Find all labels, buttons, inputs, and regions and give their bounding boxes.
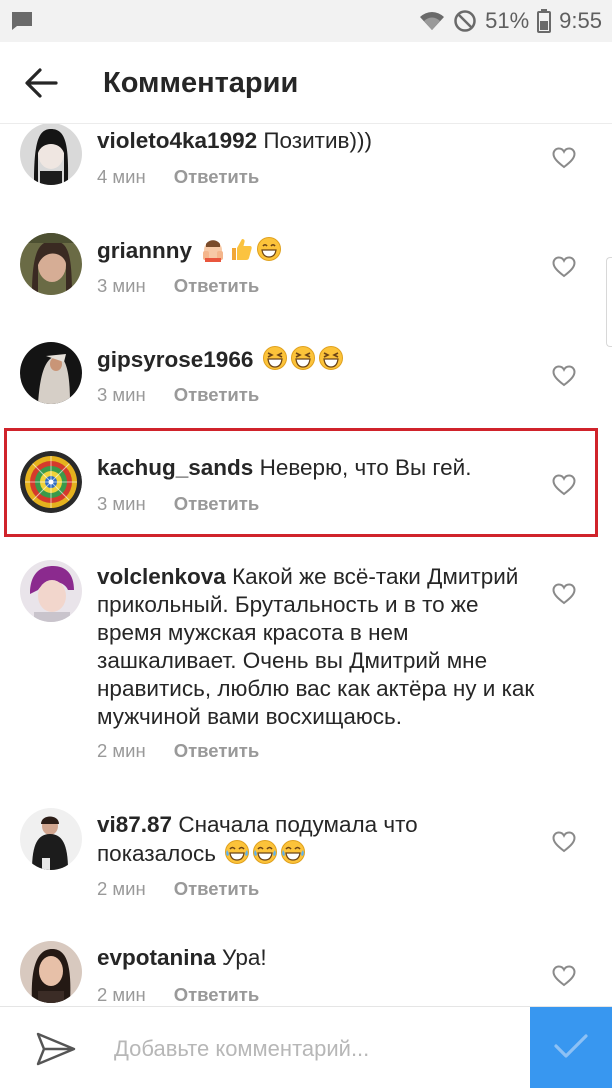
comment-username[interactable]: volclenkova bbox=[97, 564, 226, 589]
do-not-disturb-icon bbox=[453, 9, 477, 33]
tears-of-joy-emoji bbox=[224, 839, 250, 872]
status-indicators: 51% 9:55 bbox=[419, 0, 602, 42]
raising-hands-emoji bbox=[200, 236, 226, 269]
heart-icon[interactable] bbox=[552, 147, 576, 169]
comment-username[interactable]: evpotanina bbox=[97, 945, 216, 970]
battery-percentage: 51% bbox=[485, 8, 530, 33]
reply-button[interactable]: Ответить bbox=[174, 878, 260, 899]
avatar[interactable] bbox=[20, 941, 82, 1003]
arrow-left-icon[interactable] bbox=[24, 66, 58, 100]
reply-button[interactable]: Ответить bbox=[174, 740, 260, 761]
reply-button[interactable]: Ответить bbox=[174, 984, 260, 1005]
comment-time: 2 мин bbox=[97, 984, 146, 1005]
avatar[interactable] bbox=[20, 124, 82, 185]
comment-time: 2 мин bbox=[97, 740, 146, 761]
comment-username[interactable]: griannny bbox=[97, 238, 192, 263]
avatar[interactable] bbox=[20, 342, 82, 404]
wifi-icon bbox=[419, 10, 445, 32]
thumbs-up-emoji bbox=[228, 236, 254, 269]
avatar[interactable] bbox=[20, 233, 82, 295]
laughing-emoji bbox=[318, 345, 344, 378]
comment-time: 4 мин bbox=[97, 166, 146, 187]
laughing-emoji bbox=[262, 345, 288, 378]
heart-icon[interactable] bbox=[552, 583, 576, 605]
paper-plane-icon[interactable] bbox=[36, 1031, 76, 1072]
comment-username[interactable]: gipsyrose1966 bbox=[97, 347, 253, 372]
highlight-box bbox=[4, 428, 598, 537]
reply-button[interactable]: Ответить bbox=[174, 275, 260, 296]
comment-composer bbox=[0, 1006, 612, 1088]
comment-text: Ура! bbox=[215, 945, 267, 970]
tears-of-joy-emoji bbox=[252, 839, 278, 872]
comment-username[interactable]: violeto4ka1992 bbox=[97, 128, 257, 153]
scrollbar[interactable] bbox=[606, 257, 612, 347]
heart-icon[interactable] bbox=[552, 365, 576, 387]
app-header: Комментарии bbox=[0, 42, 612, 124]
reply-button[interactable]: Ответить bbox=[174, 384, 260, 405]
heart-icon[interactable] bbox=[552, 965, 576, 987]
reply-button[interactable]: Ответить bbox=[174, 166, 260, 187]
tears-of-joy-emoji bbox=[280, 839, 306, 872]
page-title: Комментарии bbox=[103, 67, 299, 99]
comment-text: Позитив))) bbox=[257, 128, 372, 153]
comment-time: 3 мин bbox=[97, 275, 146, 296]
heart-icon[interactable] bbox=[552, 831, 576, 853]
battery-icon bbox=[537, 9, 552, 33]
heart-icon[interactable] bbox=[552, 256, 576, 278]
comment-time: 3 мин bbox=[97, 384, 146, 405]
checkmark-icon bbox=[553, 1032, 589, 1065]
grin-emoji bbox=[256, 236, 282, 269]
message-icon bbox=[10, 10, 34, 37]
comment-time: 2 мин bbox=[97, 878, 146, 899]
clock: 9:55 bbox=[559, 8, 602, 33]
comment-username[interactable]: vi87.87 bbox=[97, 812, 172, 837]
status-bar: 51% 9:55 bbox=[0, 0, 612, 42]
laughing-emoji bbox=[290, 345, 316, 378]
post-button[interactable] bbox=[530, 1007, 612, 1088]
comments-list[interactable]: violeto4ka1992 Позитив))) 4 мин Ответить … bbox=[0, 124, 612, 1006]
avatar[interactable] bbox=[20, 808, 82, 870]
avatar[interactable] bbox=[20, 560, 82, 622]
comment-input[interactable] bbox=[114, 1029, 514, 1069]
